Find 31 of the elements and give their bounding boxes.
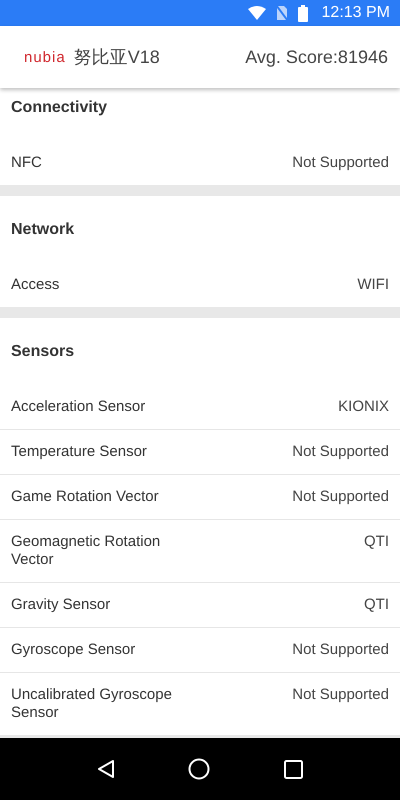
average-score: Avg. Score:81946 bbox=[245, 46, 388, 68]
spec-label: Uncalibrated Gyroscope Sensor bbox=[11, 686, 173, 722]
spec-value: Not Supported bbox=[292, 154, 389, 172]
spec-label: Acceleration Sensor bbox=[11, 398, 146, 416]
spec-label: Game Rotation Vector bbox=[11, 488, 159, 506]
spec-label: Access bbox=[11, 276, 60, 294]
no-sim-icon bbox=[276, 5, 288, 21]
spec-value: Not Supported bbox=[292, 488, 389, 506]
battery-icon bbox=[298, 4, 308, 22]
spec-value: QTI bbox=[364, 533, 389, 551]
spec-label: Temperature Sensor bbox=[11, 443, 147, 461]
section-title: Connectivity bbox=[11, 98, 108, 116]
spec-value: Not Supported bbox=[292, 443, 389, 461]
spec-value: Not Supported bbox=[292, 686, 389, 704]
device-name: 努比亚V18 bbox=[74, 46, 160, 69]
spec-label: Gyroscope Sensor bbox=[11, 641, 136, 659]
section-title: Network bbox=[11, 220, 74, 238]
spec-value: Not Supported bbox=[292, 641, 389, 659]
brand-logo: nubia bbox=[24, 48, 66, 66]
spec-label: Gravity Sensor bbox=[11, 596, 110, 614]
spec-label: NFC bbox=[11, 154, 42, 172]
spec-value: KIONIX bbox=[338, 398, 389, 416]
clock-time: 12:13 PM bbox=[322, 4, 390, 22]
home-icon[interactable] bbox=[188, 758, 210, 780]
spec-label: Geomagnetic Rotation Vector bbox=[11, 533, 162, 569]
wifi-icon bbox=[248, 6, 266, 20]
back-icon[interactable] bbox=[96, 759, 115, 779]
recents-icon[interactable] bbox=[284, 760, 304, 778]
spec-value: WIFI bbox=[357, 276, 389, 294]
spec-value: QTI bbox=[364, 596, 389, 614]
section-title: Sensors bbox=[11, 342, 74, 360]
